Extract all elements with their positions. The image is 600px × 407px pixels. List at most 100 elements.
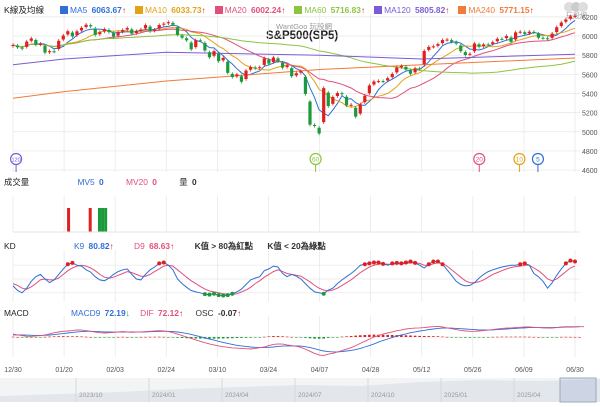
macd-osc-bar: [171, 337, 175, 338]
candle-body: [171, 22, 175, 25]
macd-line-dif: [12, 325, 585, 357]
macd-osc-bar: [496, 336, 499, 338]
macd-osc-bar: [578, 337, 581, 338]
price-tick-label: 6000: [582, 34, 598, 41]
timeline-navigator[interactable]: 2023/10 2024/01 2024/04 2024/07 2024/10 2025/…: [0, 377, 600, 403]
macd-osc-bar: [304, 337, 307, 338]
candle-body: [102, 29, 106, 32]
volume-bar: [88, 208, 92, 232]
price-tick-label: 4600: [582, 168, 598, 175]
macd-osc-bar: [217, 337, 220, 339]
candle-body: [162, 23, 166, 25]
macd-osc-bar: [130, 337, 134, 338]
candle-body: [349, 104, 353, 106]
macd-osc-bar: [162, 336, 166, 338]
candle-body: [29, 38, 33, 41]
macd-osc-bar: [509, 336, 513, 338]
macd-osc-bar: [299, 337, 303, 338]
macd-osc-bar: [276, 336, 280, 337]
macd-osc-bar: [336, 337, 339, 338]
macd-osc-bar: [144, 336, 147, 338]
macd-osc-bar: [386, 334, 389, 337]
macd-osc-bar: [363, 335, 367, 337]
candle-body: [248, 67, 253, 70]
macd-osc-bar: [20, 337, 24, 338]
candle-body: [89, 25, 93, 27]
candle-body: [70, 32, 74, 37]
price-tick-label: 5000: [582, 130, 598, 137]
candle-body: [11, 45, 15, 47]
kd-overbought-dot: [376, 260, 381, 265]
kd-overbought-dot: [413, 260, 418, 265]
volume-bar: [101, 208, 105, 232]
candle-body: [93, 28, 97, 35]
candle-body: [153, 29, 157, 31]
macd-osc-bar: [226, 337, 230, 339]
macd-osc-bar: [43, 336, 47, 338]
candle-body: [422, 50, 426, 65]
kd-overbought-dot: [426, 262, 431, 267]
kd-overbought-dot: [367, 261, 372, 266]
macd-osc-bar: [491, 336, 495, 338]
candle-body: [344, 96, 349, 106]
candle-body: [427, 46, 431, 50]
candle-body: [43, 46, 47, 53]
kd-overbought-dot: [362, 262, 367, 267]
candle-body: [372, 81, 376, 85]
candle-body: [564, 19, 568, 22]
macd-osc-bar: [340, 336, 344, 338]
candle-body: [84, 24, 88, 28]
candle-body: [413, 68, 417, 73]
macd-osc-bar: [107, 337, 111, 338]
candle-body: [386, 78, 390, 81]
macd-osc-bar: [345, 336, 348, 337]
kd-overbought-dot: [431, 259, 436, 264]
macd-osc-bar: [39, 337, 42, 338]
timeline-tick-label: 2025/01: [444, 392, 468, 399]
stock-chart[interactable]: 4600 4800 5000 5200 5400 5600 5800 6000 6200 120…: [0, 0, 600, 407]
candle-body: [440, 40, 445, 44]
date-tick-label: 05/26: [464, 367, 482, 374]
candle-body: [280, 62, 285, 68]
macd-osc-bar: [57, 336, 60, 337]
candle-body: [185, 38, 189, 41]
kd-overbought-dot: [573, 259, 577, 264]
candle-body: [559, 22, 563, 27]
candle-body: [235, 74, 239, 77]
candle-body: [130, 29, 134, 34]
candle-body: [57, 40, 61, 49]
candle-body: [491, 42, 495, 44]
macd-osc-bar: [135, 337, 138, 338]
candle-body: [20, 47, 24, 49]
macd-osc-bar: [518, 336, 522, 338]
candle-body: [61, 35, 65, 40]
candle-body: [472, 43, 477, 52]
candle-body: [509, 37, 513, 42]
macd-osc-bar: [253, 337, 257, 338]
macd-osc-bar: [537, 337, 540, 338]
macd-osc-bar: [358, 335, 362, 337]
kd-overbought-dot: [440, 262, 445, 267]
date-tick-label: 03/24: [260, 367, 278, 374]
macd-osc-bar: [148, 336, 152, 338]
candle-body: [52, 51, 56, 53]
macd-osc-bar: [258, 337, 262, 338]
candle-body: [47, 51, 52, 53]
macd-osc-bar: [75, 336, 79, 337]
macd-osc-bar: [349, 336, 353, 337]
candle-body: [518, 31, 522, 33]
macd-osc-bar: [66, 336, 70, 337]
macd-osc-bar: [482, 337, 485, 338]
candle-body: [500, 38, 504, 40]
macd-osc-bar: [294, 337, 298, 338]
candle-body: [116, 32, 120, 36]
candle-body: [125, 27, 129, 30]
macd-osc-bar: [317, 337, 321, 339]
macd-osc-bar: [52, 336, 56, 337]
candle-body: [180, 35, 184, 38]
macd-osc-bar: [514, 336, 517, 338]
moving-average-lines: [12, 19, 576, 117]
macd-osc-bar: [281, 336, 284, 337]
kd-overbought-dot: [390, 261, 395, 266]
kd-overbought-dot: [403, 260, 408, 265]
